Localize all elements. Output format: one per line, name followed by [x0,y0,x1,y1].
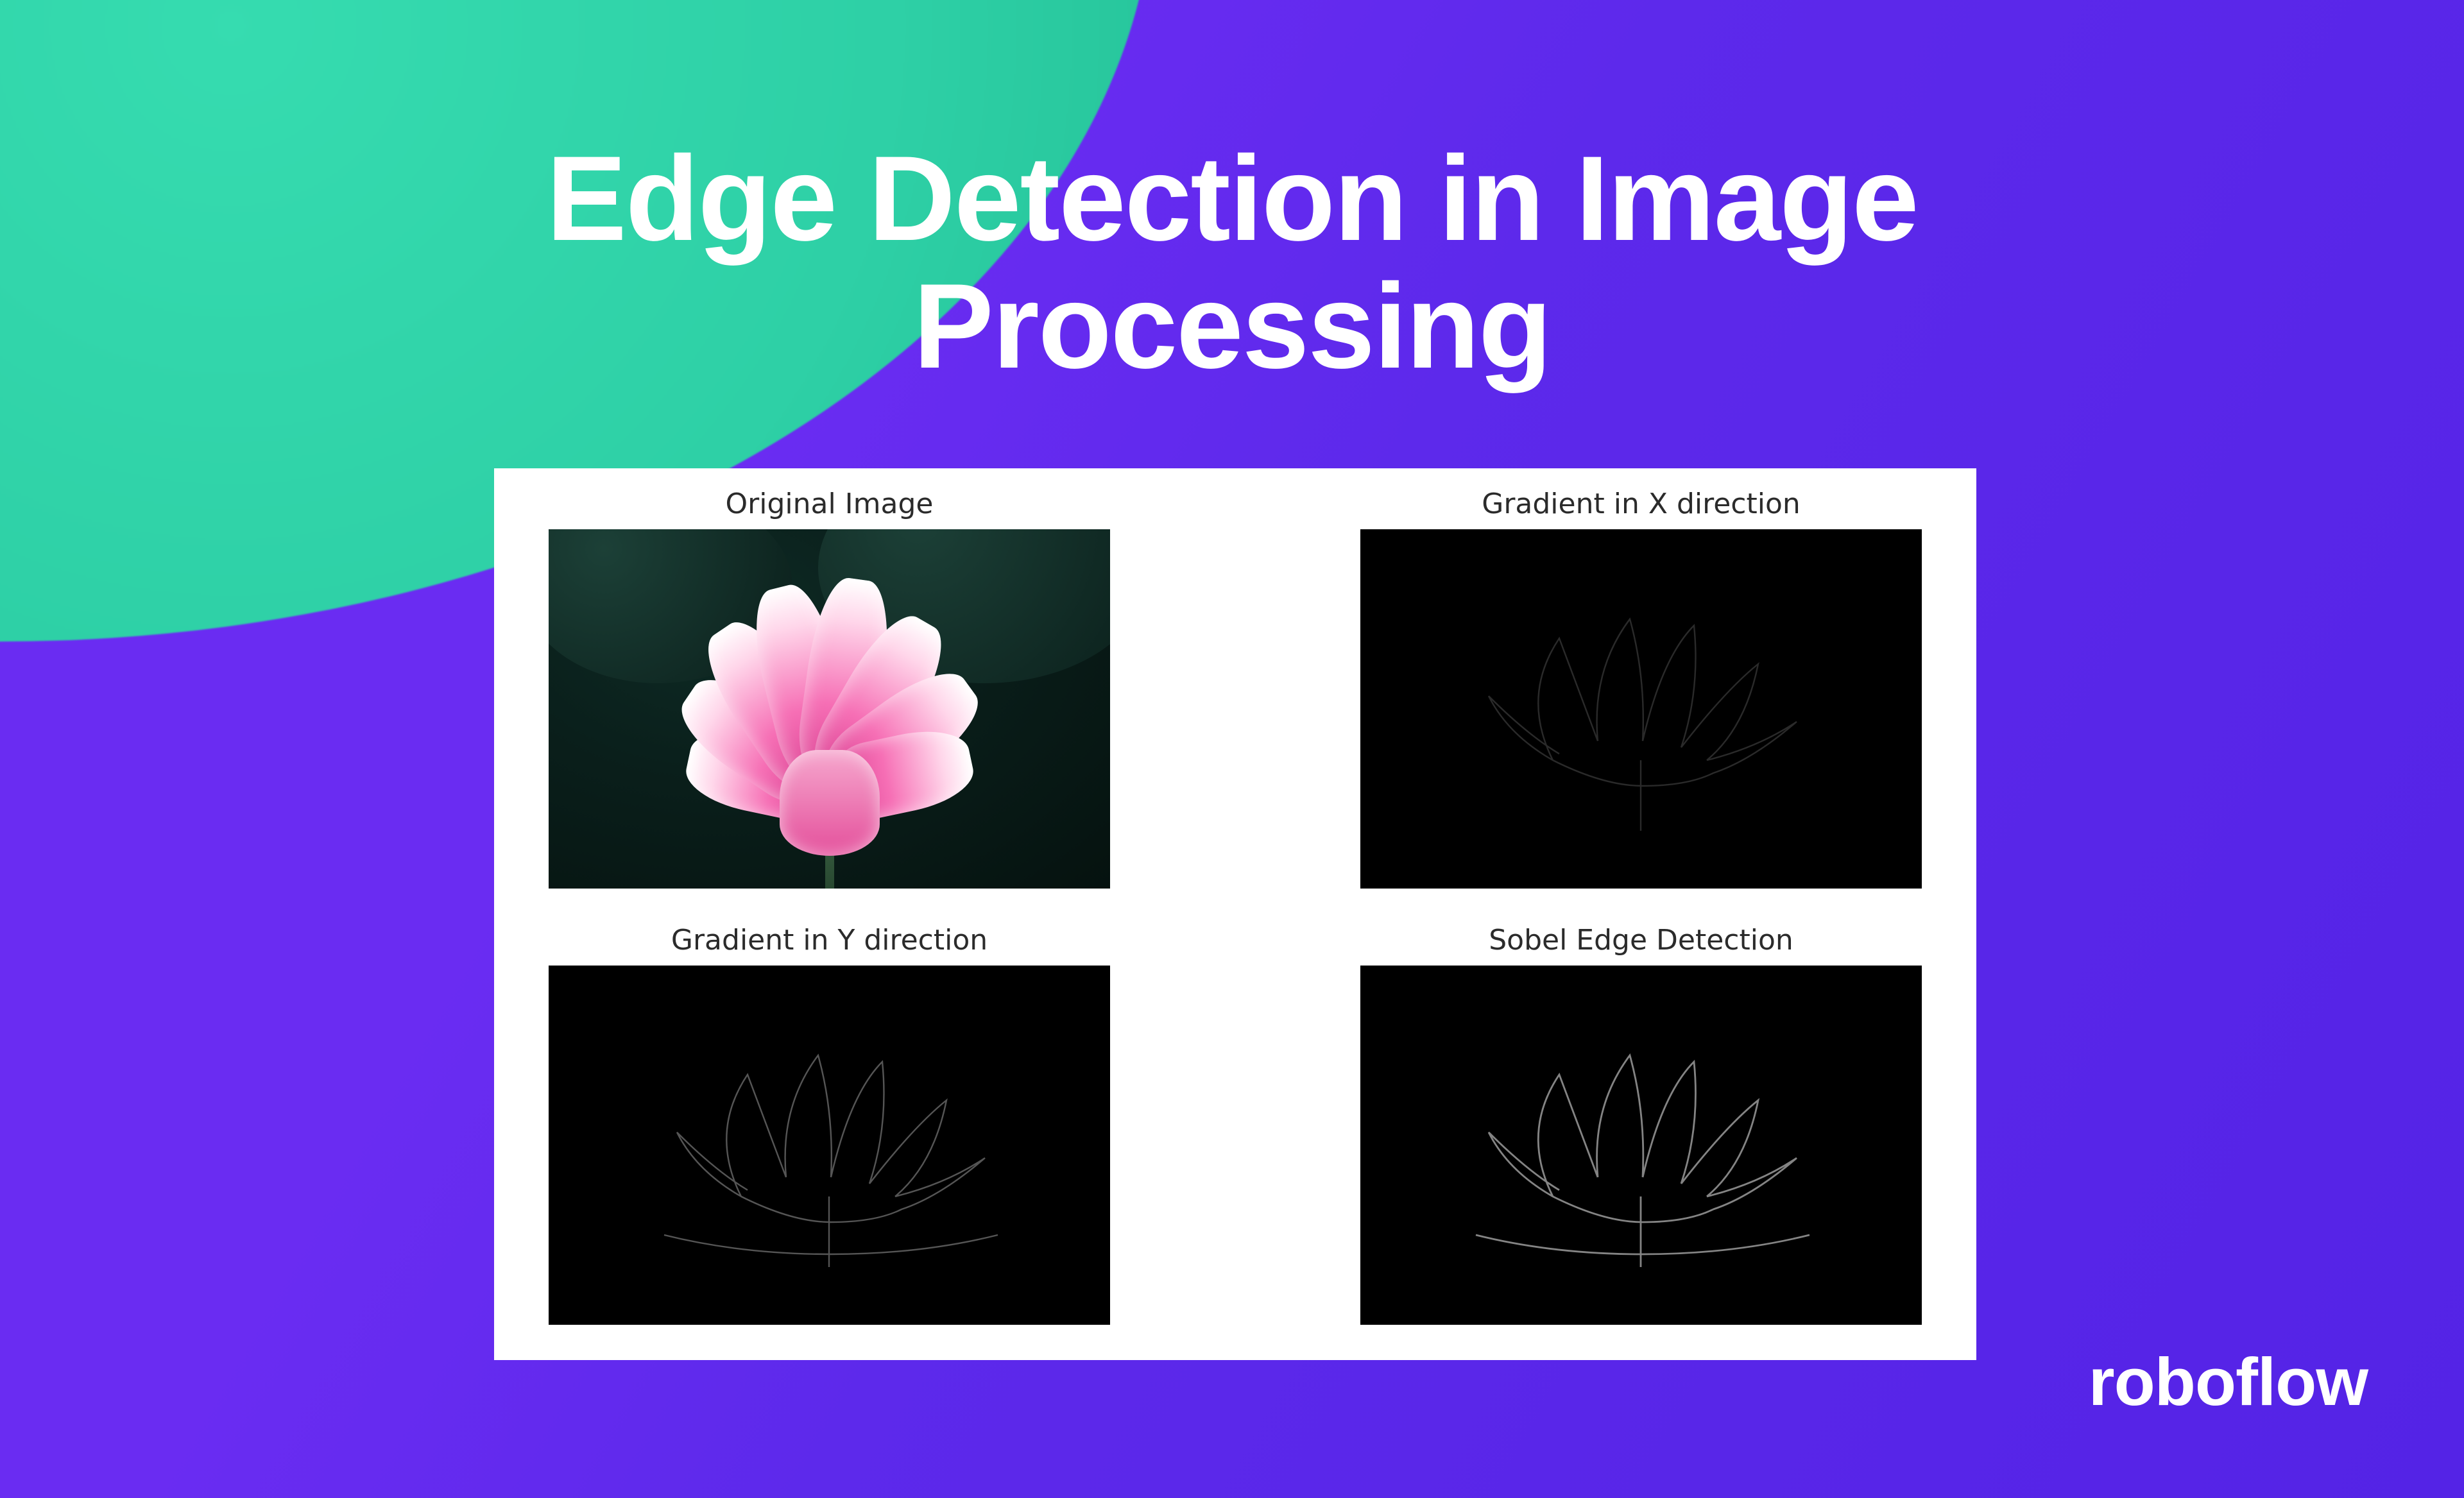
slide: Edge Detection in ImageProcessing Origin… [0,0,2464,1498]
figure-label: Gradient in Y direction [671,924,988,957]
figure-label: Gradient in X direction [1482,488,1801,520]
figure-panel: Original Image Gradi [494,468,1976,1360]
figure-label: Original Image [726,488,934,520]
figure-cell-gradient-x: Gradient in X direction [1344,488,1938,898]
gradient-y-image [549,966,1110,1325]
edge-outline-icon [1360,966,1922,1325]
original-image [549,529,1110,889]
figure-cell-gradient-y: Gradient in Y direction [533,924,1126,1334]
gradient-x-image [1360,529,1922,889]
slide-title: Edge Detection in ImageProcessing [0,135,2464,391]
figure-cell-original: Original Image [533,488,1126,898]
figure-label: Sobel Edge Detection [1489,924,1793,957]
edge-outline-icon [549,966,1110,1325]
sobel-image [1360,966,1922,1325]
figure-cell-sobel: Sobel Edge Detection [1344,924,1938,1334]
roboflow-watermark: roboflow [2089,1344,2368,1421]
edge-outline-icon [1360,529,1922,889]
